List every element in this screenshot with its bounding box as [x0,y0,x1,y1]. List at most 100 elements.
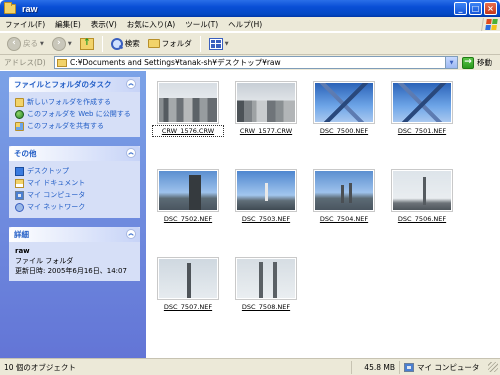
views-icon [208,37,223,50]
close-button[interactable]: × [484,2,497,15]
windows-logo-icon [481,17,499,31]
collapse-chevron-icon[interactable]: ︽ [126,79,136,89]
address-field[interactable]: C:¥Documents and Settings¥tanak-sh¥デスクトッ… [54,56,458,69]
forward-arrow-icon: › [51,36,66,51]
place-my-documents[interactable]: マイ ドキュメント [15,177,134,189]
place-label: マイ ドキュメント [27,179,86,187]
toolbar: ‹ 戻る ▼ › ▼ ↑ 検索 フォルダ ▼ [0,33,500,55]
panel-header-details[interactable]: 詳細 ︽ [9,227,140,242]
search-button[interactable]: 検索 [108,35,143,53]
my-computer-icon [15,190,24,200]
file-name: DSC_7507.NEF [163,303,213,311]
other-places-panel: その他 ︽ デスクトップ マイ ドキュメント マイ コンピュータ マイ ネットワ… [9,146,140,218]
collapse-chevron-icon[interactable]: ︽ [126,229,136,239]
menu-edit[interactable]: 編集(E) [50,19,86,30]
task-new-folder[interactable]: 新しいフォルダを作成する [15,96,134,108]
task-share-folder[interactable]: このフォルダを共有する [15,120,134,132]
minimize-button[interactable]: _ [454,2,467,15]
place-label: マイ ネットワーク [27,203,86,211]
file-item[interactable]: DSC_7506.NEF [388,169,456,223]
file-name: DSC_7503.NEF [241,215,291,223]
place-desktop[interactable]: デスクトップ [15,165,134,177]
folders-label: フォルダ [161,39,192,48]
window-controls: _ □ × [454,2,497,15]
status-object-count: 10 個のオブジェクト [0,360,352,374]
chevron-down-icon: ▼ [40,40,44,47]
file-item[interactable]: DSC_7500.NEF [310,81,378,135]
file-thumbnail [157,169,219,212]
folder-icon [57,58,67,67]
folder-icon [147,39,160,48]
file-name: DSC_7502.NEF [163,215,213,223]
back-button[interactable]: ‹ 戻る ▼ [4,35,47,53]
file-thumbnail [157,257,219,300]
address-label: アドレス(D) [4,58,46,67]
file-name: DSC_7501.NEF [397,127,447,135]
file-item[interactable]: DSC_7502.NEF [154,169,222,223]
place-my-computer[interactable]: マイ コンピュータ [15,189,134,201]
my-network-icon [15,202,24,212]
place-label: マイ コンピュータ [27,191,86,199]
detail-folder-name: raw [15,247,30,255]
file-thumbnail [157,81,219,124]
folder-icon [4,1,16,14]
search-label: 検索 [124,39,140,48]
task-label: このフォルダを Web に公開する [27,110,131,118]
file-thumbnail [391,169,453,212]
toolbar-separator [199,35,201,52]
collapse-chevron-icon[interactable]: ︽ [126,148,136,158]
file-item[interactable]: CRW_1577.CRW [232,81,300,135]
toolbar-separator [101,35,103,52]
file-name: CRW_1576.CRW [152,125,224,137]
file-thumbnail [313,169,375,212]
file-item[interactable]: DSC_7507.NEF [154,257,222,311]
file-thumbnail [235,81,297,124]
views-button[interactable]: ▼ [206,35,232,53]
go-button[interactable]: → 移動 [462,56,492,69]
file-name: DSC_7500.NEF [319,127,369,135]
panel-header-tasks[interactable]: ファイルとフォルダのタスク ︽ [9,77,140,92]
menu-file[interactable]: ファイル(F) [0,19,50,30]
desktop-icon [15,166,24,176]
menu-help[interactable]: ヘルプ(H) [223,19,267,30]
panel-title: ファイルとフォルダのタスク [14,80,112,89]
menu-tools[interactable]: ツール(T) [180,19,223,30]
detail-modified: 更新日時: 2005年6月16日、14:07 [15,267,127,275]
task-label: 新しいフォルダを作成する [27,98,111,106]
maximize-button[interactable]: □ [469,2,482,15]
chevron-down-icon: ▼ [224,40,229,47]
file-item[interactable]: DSC_7503.NEF [232,169,300,223]
task-publish-web[interactable]: このフォルダを Web に公開する [15,108,134,120]
window-title: raw [22,3,38,14]
task-label: このフォルダを共有する [27,122,104,130]
panel-title: その他 [14,149,37,158]
file-view[interactable]: CRW_1576.CRW CRW_1577.CRW DSC_7500.NEF D… [146,71,500,358]
file-folder-tasks-panel: ファイルとフォルダのタスク ︽ 新しいフォルダを作成する このフォルダを Web… [9,77,140,137]
address-dropdown-button[interactable]: ▼ [445,57,457,68]
panel-header-other[interactable]: その他 ︽ [9,146,140,161]
menu-view[interactable]: 表示(V) [86,19,122,30]
back-label: 戻る [23,39,38,48]
file-thumbnail [235,169,297,212]
chevron-down-icon: ▼ [67,40,72,47]
resize-grip[interactable] [488,362,498,372]
up-folder-button[interactable]: ↑ [77,35,97,53]
status-size: 45.8 MB [352,360,400,374]
search-icon [110,37,123,50]
detail-folder-type: ファイル フォルダ [15,257,74,265]
title-bar[interactable]: raw _ □ × [0,0,500,17]
up-folder-icon: ↑ [79,37,94,50]
menu-bar: ファイル(F) 編集(E) 表示(V) お気に入り(A) ツール(T) ヘルプ(… [0,17,500,32]
new-folder-icon [15,97,24,107]
file-item[interactable]: DSC_7501.NEF [388,81,456,135]
file-item[interactable]: DSC_7508.NEF [232,257,300,311]
my-computer-icon [404,362,414,372]
file-item[interactable]: DSC_7504.NEF [310,169,378,223]
menu-favorites[interactable]: お気に入り(A) [122,19,180,30]
file-thumbnail [235,257,297,300]
place-my-network[interactable]: マイ ネットワーク [15,201,134,213]
task-pane: ファイルとフォルダのタスク ︽ 新しいフォルダを作成する このフォルダを Web… [0,71,146,358]
folders-button[interactable]: フォルダ [145,35,195,53]
file-item[interactable]: CRW_1576.CRW [152,81,224,137]
forward-button[interactable]: › ▼ [49,35,75,53]
